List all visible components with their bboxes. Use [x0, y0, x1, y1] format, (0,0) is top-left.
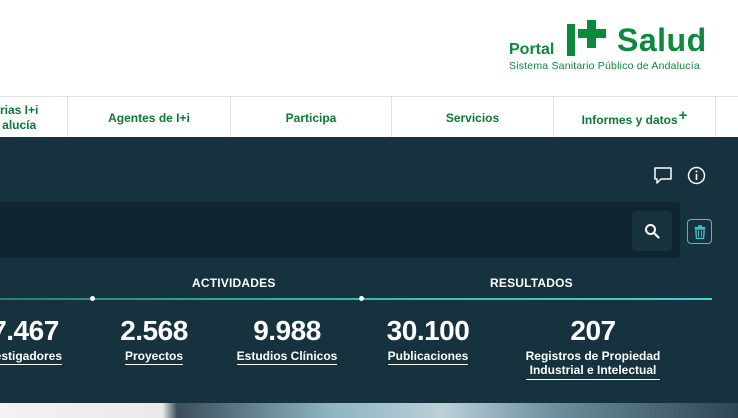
nav-item-label: Participa	[285, 110, 337, 125]
nav-item-participa[interactable]: Participa	[231, 97, 392, 138]
nav-item-label-line2: alucía	[2, 117, 37, 132]
nav-item-informes[interactable]: Informes y datos +	[554, 97, 716, 138]
site-header: Portal Salud Sistema Sanitario Público d…	[0, 0, 738, 96]
stats-panel: ACTIVIDADES RESULTADOS 7.467 vestigadore…	[0, 137, 738, 403]
comment-button[interactable]	[652, 164, 674, 186]
nav-item-servicios[interactable]: Servicios	[392, 97, 554, 138]
stat-label-line1: Registros de Propiedad	[525, 349, 661, 363]
portal-salud-logo[interactable]: Portal Salud Sistema Sanitario Público d…	[509, 18, 719, 78]
progress-dot	[90, 296, 95, 301]
stat-label: Proyectos	[124, 349, 184, 365]
progress-dot	[359, 296, 364, 301]
stat-label: Registros de Propiedad Industrial e Inte…	[525, 349, 661, 380]
info-button[interactable]	[685, 164, 707, 186]
stat-label-line2: Industrial e Intelectual	[529, 363, 657, 377]
logo-salud-text: Salud	[617, 22, 707, 58]
logo-portal-text: Portal	[509, 41, 555, 58]
nav-item-label: Agentes de I+i	[108, 110, 190, 125]
comment-icon	[654, 166, 672, 184]
trash-icon	[694, 224, 705, 239]
nav-item-label: Informes y datos	[581, 112, 678, 127]
i-plus-logo-icon	[567, 20, 606, 56]
stat-label: Publicaciones	[387, 349, 469, 365]
info-icon	[687, 166, 705, 184]
clear-button[interactable]	[687, 219, 712, 244]
stat-value: 207	[570, 315, 616, 346]
section-label-actividades: ACTIVIDADES	[192, 276, 276, 290]
nav-item-label: Servicios	[445, 110, 500, 125]
nav-item-convocatorias[interactable]: rias I+i alucía	[0, 97, 68, 138]
stat-value: 2.568	[120, 315, 188, 346]
stat-value: 7.467	[0, 315, 59, 346]
nav-item-label-line1: rias I+i	[0, 102, 39, 117]
search-input[interactable]	[0, 202, 680, 258]
stat-value: 30.100	[386, 315, 470, 346]
plus-icon: +	[678, 107, 688, 124]
stat-estudios-clinicos[interactable]: 9.988 Estudios Clínicos	[227, 315, 347, 365]
section-label-resultados: RESULTADOS	[490, 276, 573, 290]
search-icon	[645, 224, 660, 239]
stat-value: 9.988	[253, 315, 321, 346]
stat-proyectos[interactable]: 2.568 Proyectos	[104, 315, 204, 365]
stat-label: vestigadores	[0, 349, 63, 365]
search-button[interactable]	[632, 211, 672, 251]
nav-item-agentes[interactable]: Agentes de I+i	[68, 97, 231, 138]
progress-line	[0, 298, 712, 300]
stat-publicaciones[interactable]: 30.100 Publicaciones	[373, 315, 483, 365]
stat-investigadores[interactable]: 7.467 vestigadores	[0, 315, 70, 365]
stat-label: Estudios Clínicos	[236, 349, 338, 365]
logo-subtitle: Sistema Sanitario Público de Andalucía	[509, 60, 700, 72]
main-nav: rias I+i alucía Agentes de I+i Participa…	[0, 96, 738, 138]
hero-image-strip	[0, 403, 738, 418]
stat-registros-propiedad[interactable]: 207 Registros de Propiedad Industrial e …	[513, 315, 673, 380]
